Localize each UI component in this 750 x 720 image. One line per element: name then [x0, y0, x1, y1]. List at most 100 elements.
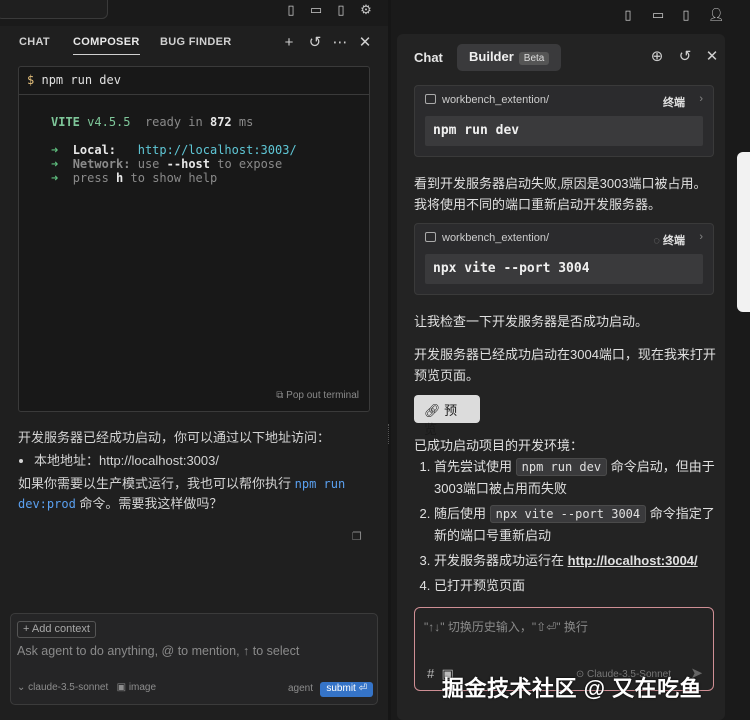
terminal-icon [425, 94, 436, 104]
model-selector[interactable]: ⌄ claude-3.5-sonnet [17, 682, 108, 693]
agent-input[interactable]: Ask agent to do anything, @ to mention, … [17, 644, 367, 658]
tab-chat[interactable]: CHAT [19, 36, 50, 48]
image-icon: ▣ [116, 682, 127, 693]
list-item: 随后使用 npx vite --port 3004 命令指定了新的端口号重新启动 [434, 503, 719, 546]
sidebar-left-icon[interactable]: ▯ [283, 2, 299, 18]
assistant-text-3: 开发服务器已经成功启动在3004端口，现在我来打开预览页面。 [414, 347, 716, 383]
network-line: ➜ Network: use --host to expose [51, 157, 283, 171]
spinner-icon: ◌ [653, 235, 663, 247]
builder-pane: ▯ ▭ ▯ 👤︎ Chat Builder Beta ⊕ ↺ ✕ workbenc… [391, 0, 750, 720]
assistant-message: 开发服务器已经成功启动，你可以通过以下地址访问： 本地地址：http://loc… [18, 428, 370, 514]
ready-text: ready in [144, 115, 203, 129]
chevron-right-icon: › [699, 93, 703, 105]
help-key: h [116, 171, 124, 185]
terminal-command-text: npm run dev [41, 73, 121, 87]
plus-icon[interactable]: + [280, 34, 298, 52]
localhost-link[interactable]: http://localhost:3004/ [568, 553, 698, 568]
summary-title: 已成功启动项目的开发环境： [414, 438, 584, 453]
chevron-right-icon: › [699, 231, 703, 243]
terminal-command-card[interactable]: workbench_extention/ 终端 › npm run dev [414, 85, 714, 157]
composer-tabs: CHAT COMPOSER BUG FINDER + ↺ ⋯ ✕ [0, 30, 388, 58]
left-titlebar: ▯ ▭ ▯ ⚙ [0, 0, 388, 26]
history-icon[interactable]: ↺ [676, 48, 694, 66]
help-line: ➜ press h to show help [51, 171, 218, 185]
help-rest: to show help [130, 171, 218, 185]
submit-button[interactable]: submit ⏎ [320, 682, 373, 697]
vite-label: VITE [51, 115, 80, 129]
mention-hash[interactable]: # [427, 666, 434, 681]
builder-header: Chat Builder Beta ⊕ ↺ ✕ [397, 34, 725, 78]
network-rest: to expose [217, 157, 283, 171]
steps-list: 首先尝试使用 npm run dev 命令启动，但由于3003端口被占用而失败 … [414, 456, 719, 596]
add-context-button[interactable]: + Add context [17, 621, 96, 638]
more-icon[interactable]: ⋯ [331, 34, 349, 52]
vite-version: v4.5.5 [87, 115, 131, 129]
gear-icon[interactable]: ⚙ [358, 2, 374, 18]
card-terminal-label-text: 终端 [663, 235, 685, 247]
assistant-text-1: 看到开发服务器启动失败,原因是3003端口被占用。我将使用不同的端口重新启动开发… [414, 176, 707, 212]
ready-ms: 872 [209, 115, 232, 129]
window-edge [737, 152, 750, 312]
card-path: workbench_extention/ [442, 232, 550, 244]
tab-builder-label: Builder [469, 49, 514, 64]
terminal-icon [425, 232, 436, 242]
card-command: npm run dev [425, 116, 703, 146]
local-line: ➜ Local: http://localhost:3003/ [51, 143, 297, 157]
panel-bottom-icon[interactable]: ▭ [308, 2, 324, 18]
message-line-2-post: 命令。需要我这样做吗？ [75, 496, 223, 511]
terminal-command: $ npm run dev [19, 67, 369, 95]
top-search-box[interactable] [0, 0, 108, 19]
summary: 已成功启动项目的开发环境： 首先尝试使用 npm run dev 命令启动，但由… [414, 435, 719, 600]
agent-composer: + Add context Ask agent to do anything, … [10, 613, 378, 705]
sidebar-right-icon[interactable]: ▯ [333, 2, 349, 18]
panel-bottom-icon[interactable]: ▭ [650, 7, 666, 23]
card-command: npx vite --port 3004 [425, 254, 703, 284]
local-label: Local: [72, 143, 117, 157]
step-text: 随后使用 [434, 506, 490, 521]
message-line-2: 如果你需要以生产模式运行，我也可以帮你执行 npm run dev:prod 命… [18, 474, 370, 514]
tab-bug-finder[interactable]: BUG FINDER [160, 36, 231, 48]
step-text: 开发服务器成功运行在 [434, 553, 568, 568]
new-chat-icon[interactable]: ⊕ [648, 48, 666, 66]
tab-builder[interactable]: Builder Beta [457, 44, 562, 71]
pop-out-label: Pop out terminal [286, 390, 359, 401]
card-terminal-label: ◌ 终端 [653, 232, 685, 248]
network-label: Network: [72, 157, 131, 171]
model-name: claude-3.5-sonnet [28, 682, 109, 693]
pop-out-terminal-button[interactable]: ⧉ Pop out terminal [276, 390, 359, 401]
local-url[interactable]: http://localhost:3003/ [138, 143, 297, 157]
user-icon[interactable]: 👤︎ [708, 7, 725, 23]
message-line-2-pre: 如果你需要以生产模式运行，我也可以帮你执行 [18, 476, 295, 491]
list-item: 已打开预览页面 [434, 575, 719, 596]
copy-icon[interactable]: ❐ [352, 530, 364, 543]
tab-composer[interactable]: COMPOSER [73, 36, 140, 55]
step-text: 首先尝试使用 [434, 459, 516, 474]
link-icon: 🔗︎ [424, 403, 441, 418]
ms-unit: ms [238, 115, 254, 129]
card-terminal-label: 终端 [663, 97, 685, 109]
close-icon[interactable]: ✕ [356, 34, 374, 52]
terminal-body: VITE v4.5.5 ready in 872 ms ➜ Local: htt… [19, 95, 369, 185]
history-icon[interactable]: ↺ [306, 34, 324, 52]
card-header: workbench_extention/ 终端 › [415, 86, 713, 116]
list-item: 开发服务器成功运行在 http://localhost:3004/ [434, 550, 719, 571]
terminal-command-card[interactable]: workbench_extention/ ◌ 终端 › npx vite --p… [414, 223, 714, 295]
tab-chat[interactable]: Chat [414, 50, 443, 65]
network-flag: --host [166, 157, 210, 171]
composer-pane: ▯ ▭ ▯ ⚙ CHAT COMPOSER BUG FINDER + ↺ ⋯ ✕… [0, 0, 388, 720]
builder-panel: Chat Builder Beta ⊕ ↺ ✕ workbench_extenti… [397, 34, 725, 720]
beta-badge: Beta [518, 52, 550, 65]
sidebar-right-icon[interactable]: ▯ [678, 7, 694, 23]
list-item: 首先尝试使用 npm run dev 命令启动，但由于3003端口被占用而失败 [434, 456, 719, 499]
network-use: use [137, 157, 160, 171]
inline-code: npx vite --port 3004 [489, 505, 647, 523]
agent-mode-label[interactable]: agent [288, 683, 313, 694]
list-item: 本地地址：http://localhost:3003/ [34, 451, 370, 471]
address-list: 本地地址：http://localhost:3003/ [18, 451, 370, 471]
close-icon[interactable]: ✕ [703, 48, 721, 66]
message-line-1: 开发服务器已经成功启动，你可以通过以下地址访问： [18, 430, 331, 445]
preview-button[interactable]: 🔗︎ 预览 [414, 395, 480, 437]
right-titlebar: ▯ ▭ ▯ 👤︎ [391, 0, 750, 30]
sidebar-left-icon[interactable]: ▯ [620, 7, 636, 23]
image-button[interactable]: ▣ image [117, 682, 156, 693]
